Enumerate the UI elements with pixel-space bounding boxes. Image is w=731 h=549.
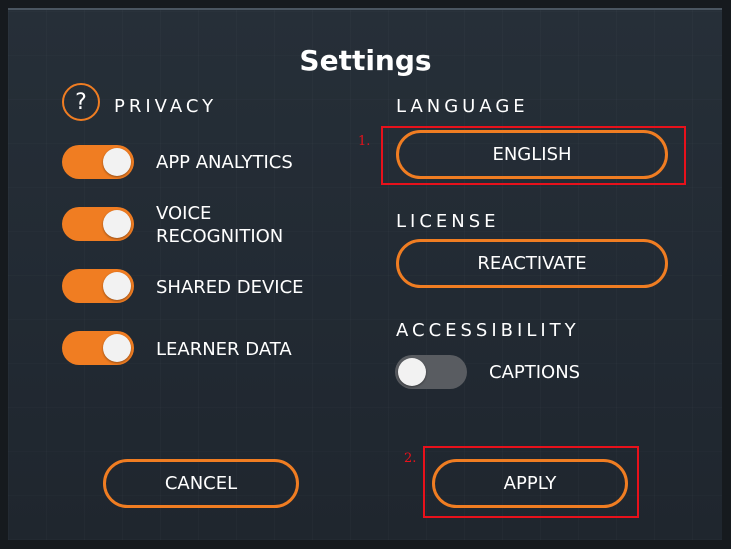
toggle-knob — [103, 272, 131, 300]
captions-label: CAPTIONS — [489, 362, 581, 383]
toggle-knob — [398, 358, 426, 386]
annotation-marker-1: 1. — [358, 134, 371, 149]
voice-recognition-toggle[interactable] — [62, 207, 134, 241]
app-analytics-label: APP ANALYTICS — [156, 152, 293, 173]
language-heading: LANGUAGE — [396, 96, 529, 117]
toggle-knob — [103, 210, 131, 238]
annotation-marker-2: 2. — [404, 451, 417, 466]
privacy-heading: PRIVACY — [114, 96, 218, 117]
license-heading: LICENSE — [396, 211, 500, 232]
apply-button[interactable]: APPLY — [432, 459, 628, 508]
english-language-button[interactable]: ENGLISH — [396, 130, 668, 179]
voice-recognition-label-line1: VOICE — [156, 203, 212, 224]
toggle-knob — [103, 148, 131, 176]
app-analytics-toggle[interactable] — [62, 145, 134, 179]
captions-toggle[interactable] — [395, 355, 467, 389]
reactivate-button[interactable]: REACTIVATE — [396, 239, 668, 288]
dialog-title: Settings — [299, 44, 432, 77]
learner-data-label: LEARNER DATA — [156, 339, 292, 360]
voice-recognition-label: VOICE RECOGNITION — [156, 202, 283, 248]
shared-device-toggle[interactable] — [62, 269, 134, 303]
help-icon[interactable]: ? — [62, 83, 100, 121]
learner-data-toggle[interactable] — [62, 331, 134, 365]
toggle-knob — [103, 334, 131, 362]
shared-device-label: SHARED DEVICE — [156, 277, 304, 298]
accessibility-heading: ACCESSIBILITY — [396, 320, 580, 341]
voice-recognition-label-line2: RECOGNITION — [156, 226, 284, 247]
cancel-button[interactable]: CANCEL — [103, 459, 299, 508]
